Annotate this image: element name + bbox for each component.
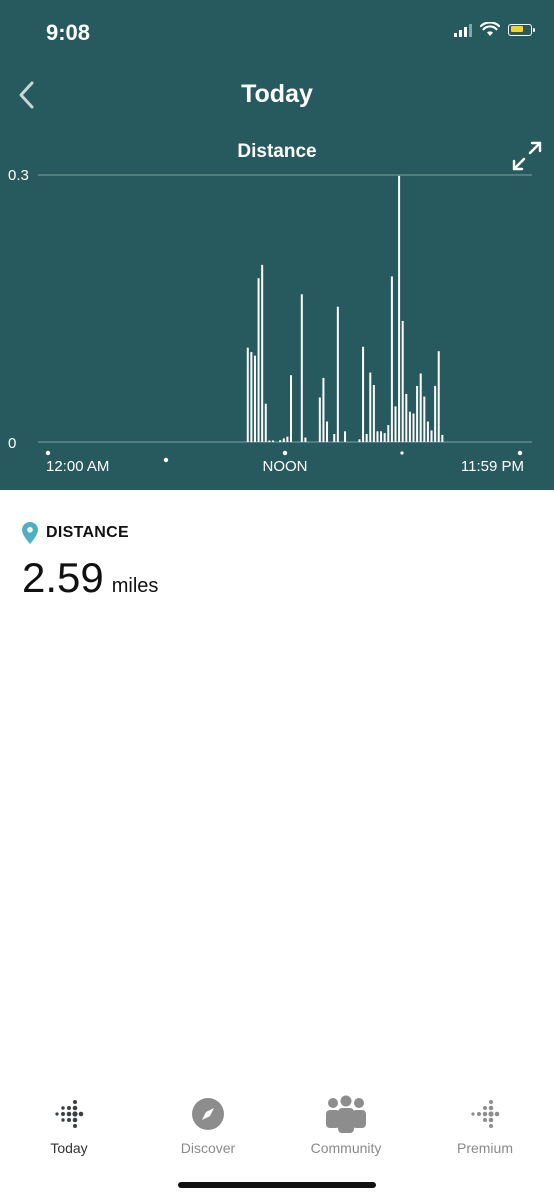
distance-bar <box>372 385 375 442</box>
distance-bar <box>426 421 429 442</box>
distance-bar <box>419 373 422 442</box>
distance-bar <box>344 431 347 442</box>
distance-bar <box>369 372 372 442</box>
distance-bar <box>405 393 408 442</box>
distance-bar <box>437 351 440 442</box>
tab-today[interactable]: Today <box>0 1094 138 1156</box>
tab-label: Discover <box>180 1140 236 1156</box>
x-tick-dot <box>45 450 51 456</box>
distance-bar <box>423 396 426 442</box>
compass-icon <box>192 1098 224 1130</box>
distance-bar <box>271 440 274 442</box>
distance-unit: miles <box>111 575 159 597</box>
fitbit-premium-icon <box>471 1100 500 1128</box>
metric-label-row: DISTANCE <box>22 522 158 544</box>
distance-bar <box>380 431 383 442</box>
distance-bar <box>336 306 339 442</box>
distance-bar <box>322 377 325 442</box>
distance-bar <box>390 276 393 442</box>
distance-bar <box>408 411 411 442</box>
distance-bar <box>290 375 292 442</box>
home-indicator <box>178 1182 376 1188</box>
distance-bar <box>430 430 433 442</box>
distance-bar <box>394 406 397 442</box>
distance-bar <box>279 440 282 442</box>
distance-bar <box>264 403 267 442</box>
distance-bar <box>286 436 289 442</box>
page-title: Today <box>241 80 313 108</box>
distance-bar <box>365 433 368 442</box>
distance-bar <box>387 425 390 442</box>
distance-bar <box>434 385 437 442</box>
location-pin-icon <box>22 522 38 544</box>
battery-icon <box>508 23 535 36</box>
distance-chart: 0.3 0 12:00 AM NOON 11:59 PM <box>8 167 532 475</box>
cellular-signal-icon <box>454 23 472 37</box>
distance-bar <box>326 421 329 442</box>
distance-bar <box>441 434 444 442</box>
y-tick-label: 0.3 <box>8 167 29 184</box>
distance-bar <box>416 385 419 442</box>
distance-bar <box>358 439 361 442</box>
fitbit-dots-icon <box>55 1100 84 1128</box>
distance-bar <box>282 438 285 442</box>
tab-label: Premium <box>456 1140 513 1156</box>
distance-bar <box>401 320 404 442</box>
tab-discover[interactable]: Discover <box>139 1094 277 1156</box>
tab-label: Community <box>310 1140 382 1156</box>
x-tick-dot <box>282 450 288 456</box>
distance-bar <box>333 433 336 442</box>
distance-bar <box>268 440 271 442</box>
metric-label: DISTANCE <box>46 524 129 541</box>
x-tick-dot <box>517 450 523 456</box>
tab-premium[interactable]: Premium <box>416 1094 554 1156</box>
distance-bar <box>398 175 401 442</box>
distance-bar <box>250 352 253 442</box>
x-tick-label: NOON <box>263 458 308 475</box>
distance-bar <box>253 355 256 442</box>
community-icon <box>326 1095 366 1133</box>
y-tick-label: 0 <box>8 435 16 452</box>
status-icons <box>454 22 535 37</box>
distance-bar <box>300 294 303 442</box>
distance-bar <box>246 347 249 442</box>
x-tick-label: 12:00 AM <box>46 458 109 475</box>
distance-bar <box>383 433 386 442</box>
status-time: 9:08 <box>46 20 91 45</box>
distance-bar <box>257 278 260 442</box>
tab-label: Today <box>50 1140 88 1156</box>
distance-summary[interactable]: DISTANCE 2.59 miles <box>22 522 158 602</box>
metric-value-row: 2.59 miles <box>22 554 158 602</box>
distance-bar <box>318 397 321 442</box>
distance-bar <box>412 413 415 442</box>
wifi-icon <box>480 22 500 36</box>
distance-value: 2.59 <box>22 554 104 601</box>
tab-community[interactable]: Community <box>277 1094 415 1156</box>
distance-bar <box>376 431 379 442</box>
distance-bar <box>261 264 264 442</box>
x-tick-dot <box>163 457 169 463</box>
x-tick-label: 11:59 PM <box>461 458 524 475</box>
x-tick-dot <box>400 451 404 455</box>
distance-bar <box>304 437 307 442</box>
distance-bar <box>362 346 365 442</box>
header: 9:08 Today Distance 0.3 0 12:00 AM NOON … <box>0 0 554 490</box>
